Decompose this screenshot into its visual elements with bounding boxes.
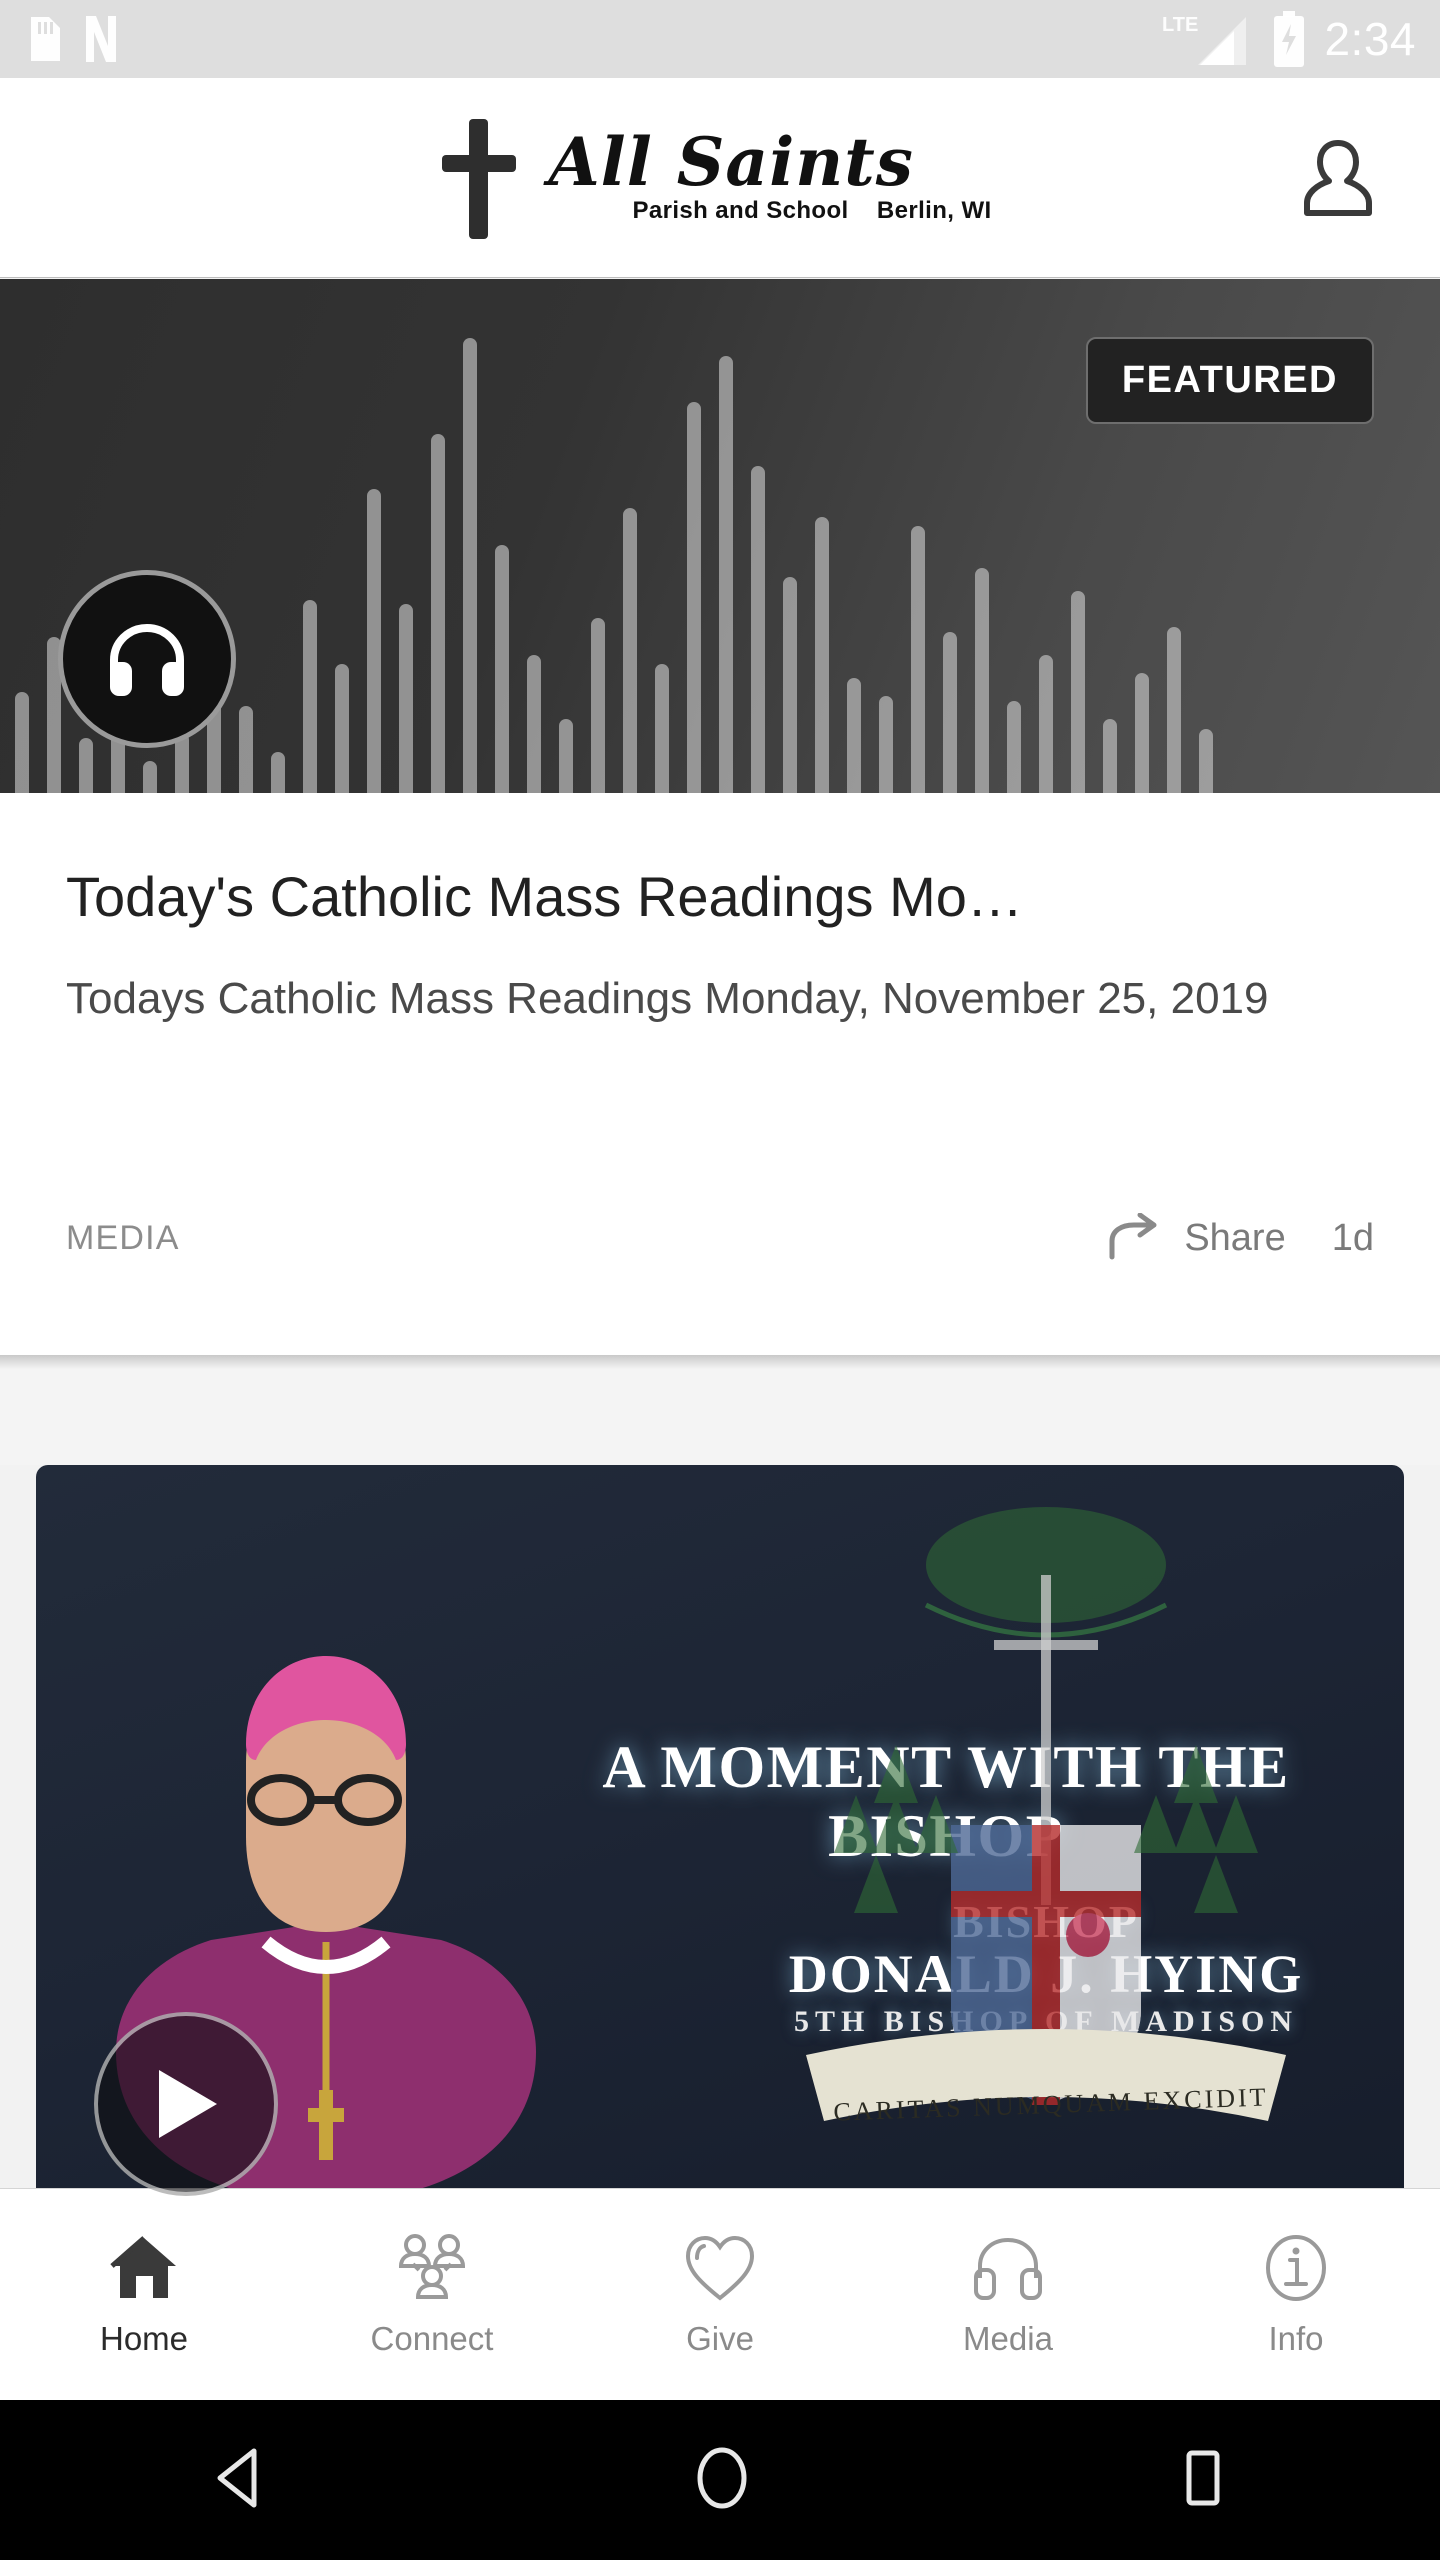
tab-home-label: Home <box>99 2319 189 2357</box>
card-separator <box>0 1355 1440 1465</box>
waveform-bar <box>879 696 893 793</box>
waveform-bar <box>1199 728 1213 793</box>
waveform-bar <box>79 737 93 793</box>
waveform-bar <box>911 526 925 793</box>
sd-card-icon <box>31 17 60 61</box>
waveform-bar <box>495 544 509 793</box>
back-triangle-icon <box>217 2448 257 2507</box>
waveform-bar <box>975 567 989 793</box>
android-nav-bar <box>0 2400 1440 2560</box>
android-back-button[interactable] <box>210 2445 270 2516</box>
headphones-icon <box>110 623 184 696</box>
post-category: MEDIA <box>66 1218 180 1257</box>
android-home-button[interactable] <box>690 2443 754 2518</box>
audio-play-button[interactable] <box>58 570 236 748</box>
waveform-bar <box>399 604 413 793</box>
recents-square-icon <box>1186 2450 1220 2505</box>
waveform-bar <box>463 337 477 793</box>
status-bar-right-icons: LTE 2:34 <box>1158 9 1416 69</box>
waveform-bar <box>271 751 285 793</box>
logo-title: All Saints <box>548 123 914 202</box>
battery-charging-icon <box>1274 11 1305 67</box>
tab-connect-label: Connect <box>370 2319 494 2357</box>
waveform-bar <box>1007 701 1021 793</box>
status-bar-left-icons <box>24 16 120 62</box>
waveform-bar <box>655 664 669 793</box>
tab-media-label: Media <box>963 2319 1053 2357</box>
waveform-bar <box>303 599 317 793</box>
home-icon <box>106 2232 182 2304</box>
headphones-icon <box>968 2232 1048 2304</box>
heart-icon <box>682 2232 758 2304</box>
waveform-bar <box>591 618 605 793</box>
post-age: 1d <box>1331 1216 1374 1259</box>
cross-icon <box>442 118 517 239</box>
svg-text:LTE: LTE <box>1162 14 1198 36</box>
netflix-n-icon <box>86 16 116 62</box>
waveform-bar <box>943 632 957 793</box>
post-title: Today's Catholic Mass Readings Mo… <box>66 865 1023 928</box>
waveform-bar <box>559 719 573 793</box>
waveform-bar <box>15 691 29 793</box>
profile-person-icon <box>1304 139 1372 216</box>
tab-connect[interactable]: Connect <box>288 2232 576 2358</box>
waveform-bar <box>1071 590 1085 793</box>
waveform-bar <box>847 678 861 793</box>
waveform-bar <box>527 655 541 793</box>
status-bar-clock: 2:34 <box>1324 13 1416 65</box>
waveform-bar <box>719 356 733 793</box>
play-icon <box>159 2070 217 2138</box>
app-header: All Saints Parish and School Berlin, WI <box>0 78 1440 278</box>
featured-post-card[interactable]: Today's Catholic Mass Readings Mo… Today… <box>0 793 1440 1355</box>
waveform-bar <box>1135 673 1149 793</box>
waveform-bar <box>687 402 701 793</box>
post-actions: Share 1d <box>1106 1213 1374 1263</box>
share-arrow-icon <box>1109 1213 1157 1260</box>
status-bar: LTE 2:34 <box>0 0 1440 78</box>
share-label: Share <box>1184 1216 1286 1259</box>
android-recents-button[interactable] <box>1174 2445 1230 2516</box>
waveform-bar <box>1103 719 1117 793</box>
profile-button[interactable] <box>1290 130 1386 226</box>
tab-media[interactable]: Media <box>864 2232 1152 2358</box>
waveform-bar <box>335 664 349 793</box>
bottom-tab-bar: Home Connect Give Media Info <box>0 2188 1440 2400</box>
logo-text-block: All Saints Parish and School Berlin, WI <box>548 123 992 225</box>
tab-home[interactable]: Home <box>0 2232 288 2358</box>
waveform-bar <box>367 489 381 793</box>
waveform-bar <box>751 466 765 793</box>
waveform-bar <box>815 517 829 793</box>
people-group-icon <box>389 2232 475 2304</box>
tab-give[interactable]: Give <box>576 2232 864 2358</box>
tab-info-label: Info <box>1268 2319 1324 2357</box>
app-logo[interactable]: All Saints Parish and School Berlin, WI <box>436 113 991 243</box>
app-screen: LTE 2:34 All Saints Parish and School Be… <box>0 0 1440 2560</box>
waveform-bar <box>1167 627 1181 793</box>
video-post-card[interactable]: A MOMENT WITH THE BISHOP BISHOP DONALD J… <box>36 1465 1404 2212</box>
featured-audio-banner[interactable]: FEATURED <box>0 279 1440 793</box>
waveform-bar <box>1039 655 1053 793</box>
logo-subtitle: Parish and School Berlin, WI <box>632 196 992 224</box>
home-circle-icon <box>697 2447 747 2508</box>
waveform-bar <box>239 705 253 793</box>
lte-signal-icon: LTE <box>1162 14 1247 65</box>
card-separator-shadow <box>0 1355 1440 1369</box>
share-button[interactable]: Share <box>1106 1213 1286 1263</box>
waveform-bar <box>143 760 157 793</box>
info-circle-icon <box>1260 2232 1332 2304</box>
waveform-bar <box>623 507 637 793</box>
tab-give-label: Give <box>686 2319 754 2357</box>
post-meta-row: MEDIA Share 1d <box>66 1213 1374 1263</box>
tab-info[interactable]: Info <box>1152 2232 1440 2358</box>
video-play-button[interactable] <box>94 2012 278 2196</box>
waveform-bar <box>783 576 797 793</box>
featured-badge: FEATURED <box>1085 337 1374 424</box>
post-description: Todays Catholic Mass Readings Monday, No… <box>66 974 1269 1024</box>
waveform-bar <box>431 434 445 793</box>
